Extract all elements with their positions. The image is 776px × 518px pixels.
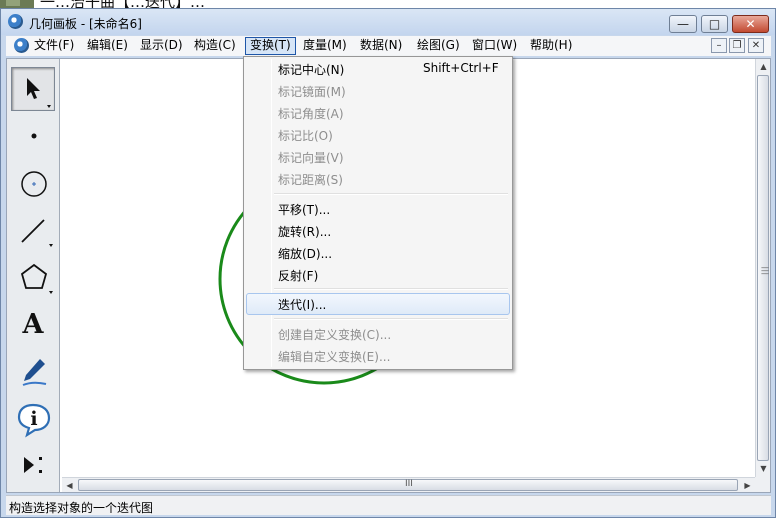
information-tool[interactable]: i	[11, 397, 55, 441]
vertical-grip-icon: — — —	[761, 263, 769, 278]
menu-transform[interactable]: 变换(T)	[245, 37, 296, 55]
menu-item-label: 编辑自定义变换(E)...	[278, 350, 391, 364]
scrollbar-corner	[755, 477, 770, 492]
information-tool-glyph: i	[30, 408, 37, 430]
text-tool[interactable]: A	[11, 302, 55, 346]
menu-item-reflect[interactable]: 反射(F)	[246, 264, 510, 286]
custom-tool[interactable]	[11, 443, 55, 487]
polygon-tool[interactable]	[11, 256, 55, 300]
menu-item-mark-ratio[interactable]: 标记比(O)	[246, 124, 510, 146]
point-tool[interactable]	[11, 114, 55, 158]
menu-separator	[274, 288, 508, 290]
straightedge-tool-icon	[21, 219, 53, 247]
doc-close-button[interactable]: ✕	[748, 38, 764, 53]
scroll-down-icon[interactable]: ▼	[756, 461, 771, 476]
status-text: 构造选择对象的一个迭代图	[9, 501, 154, 515]
menu-item-label: 缩放(D)...	[278, 247, 333, 261]
menu-item-label: 标记镜面(M)	[278, 85, 346, 99]
menu-item-label: 标记比(O)	[278, 129, 333, 143]
arrow-select-tool[interactable]	[11, 67, 55, 111]
menu-item-mark-angle[interactable]: 标记角度(A)	[246, 102, 510, 124]
background-clipped-text: 一…治干曲【…迭代】…	[40, 0, 205, 8]
doc-minimize-button[interactable]: –	[711, 38, 727, 53]
menu-item-label: 标记向量(V)	[278, 151, 344, 165]
marker-tool[interactable]	[11, 350, 55, 394]
menu-bar: 文件(F) 编辑(E) 显示(D) 构造(C) 变换(T) 度量(M) 数据(N…	[6, 36, 771, 56]
close-icon: ✕	[745, 17, 756, 31]
menu-item-mark-mirror[interactable]: 标记镜面(M)	[246, 80, 510, 102]
polygon-tool-icon	[20, 263, 53, 294]
menu-item-label: 旋转(R)...	[278, 225, 332, 239]
menu-edit[interactable]: 编辑(E)	[83, 37, 132, 55]
menu-data[interactable]: 数据(N)	[356, 37, 406, 55]
minimize-button[interactable]: —	[669, 15, 697, 33]
menu-item-label: 迭代(I)...	[278, 298, 327, 312]
scroll-left-icon[interactable]: ◀	[62, 478, 77, 493]
menu-item-iterate[interactable]: 迭代(I)...	[246, 293, 510, 315]
text-tool-icon: A	[22, 309, 45, 340]
title-bar[interactable]: 几何画板 - [未命名6] — □ ✕	[1, 9, 775, 35]
menu-item-shortcut: Shift+Ctrl+F	[423, 61, 499, 75]
menu-graph[interactable]: 绘图(G)	[413, 37, 464, 55]
straightedge-tool[interactable]	[11, 209, 55, 253]
horizontal-grip-icon: III	[405, 479, 413, 489]
app-logo-icon[interactable]	[8, 14, 23, 29]
menu-item-label: 平移(T)...	[278, 203, 331, 217]
status-bar: 构造选择对象的一个迭代图	[6, 495, 771, 515]
scroll-up-icon[interactable]: ▲	[756, 59, 771, 74]
transform-menu-dropdown: 标记中心(N) Shift+Ctrl+F 标记镜面(M) 标记角度(A) 标记比…	[243, 56, 513, 370]
menu-item-mark-center[interactable]: 标记中心(N) Shift+Ctrl+F	[246, 58, 510, 80]
horizontal-scrollbar[interactable]: ◀ III ▶	[62, 477, 755, 492]
menu-separator	[274, 318, 508, 320]
menu-window[interactable]: 窗口(W)	[468, 37, 521, 55]
compass-tool[interactable]	[11, 162, 55, 206]
menu-display[interactable]: 显示(D)	[136, 37, 187, 55]
vertical-scroll-thumb[interactable]: — — —	[757, 75, 769, 461]
marker-tool-icon	[22, 359, 47, 386]
menu-item-label: 创建自定义变换(C)...	[278, 328, 392, 342]
vertical-scrollbar[interactable]: ▲ — — — ▼	[755, 59, 770, 477]
menu-item-label: 反射(F)	[278, 269, 319, 283]
information-tool-icon: i	[17, 403, 51, 438]
menu-item-label: 标记距离(S)	[278, 173, 343, 187]
arrow-select-icon	[27, 78, 51, 108]
maximize-button[interactable]: □	[701, 15, 728, 33]
menu-item-edit-custom-transform[interactable]: 编辑自定义变换(E)...	[246, 345, 510, 367]
background-strip: 一…治干曲【…迭代】…	[0, 0, 776, 8]
menu-measure[interactable]: 度量(M)	[299, 37, 351, 55]
minimize-icon: —	[677, 17, 689, 31]
window-title: 几何画板 - [未命名6]	[29, 17, 142, 31]
compass-tool-icon	[21, 171, 47, 197]
menu-construct[interactable]: 构造(C)	[190, 37, 240, 55]
toolbox: A i	[7, 59, 60, 492]
doc-restore-button[interactable]: ❐	[729, 38, 745, 53]
menu-item-create-custom-transform[interactable]: 创建自定义变换(C)...	[246, 323, 510, 345]
menu-item-mark-vector[interactable]: 标记向量(V)	[246, 146, 510, 168]
menu-item-translate[interactable]: 平移(T)...	[246, 198, 510, 220]
menu-separator	[274, 193, 508, 195]
background-photo	[0, 0, 34, 8]
menu-item-dilate[interactable]: 缩放(D)...	[246, 242, 510, 264]
maximize-icon: □	[708, 17, 721, 31]
custom-tool-icon	[24, 457, 42, 473]
menu-item-rotate[interactable]: 旋转(R)...	[246, 220, 510, 242]
horizontal-scroll-thumb[interactable]: III	[78, 479, 738, 491]
text-tool-glyph: A	[22, 309, 45, 340]
menu-file[interactable]: 文件(F)	[30, 37, 78, 55]
menu-help[interactable]: 帮助(H)	[526, 37, 576, 55]
menu-item-label: 标记中心(N)	[278, 63, 345, 77]
scroll-right-icon[interactable]: ▶	[740, 478, 755, 493]
point-tool-icon	[31, 133, 37, 139]
menu-item-label: 标记角度(A)	[278, 107, 344, 121]
menu-item-mark-distance[interactable]: 标记距离(S)	[246, 168, 510, 190]
close-button[interactable]: ✕	[732, 15, 769, 33]
document-icon[interactable]	[14, 38, 29, 53]
